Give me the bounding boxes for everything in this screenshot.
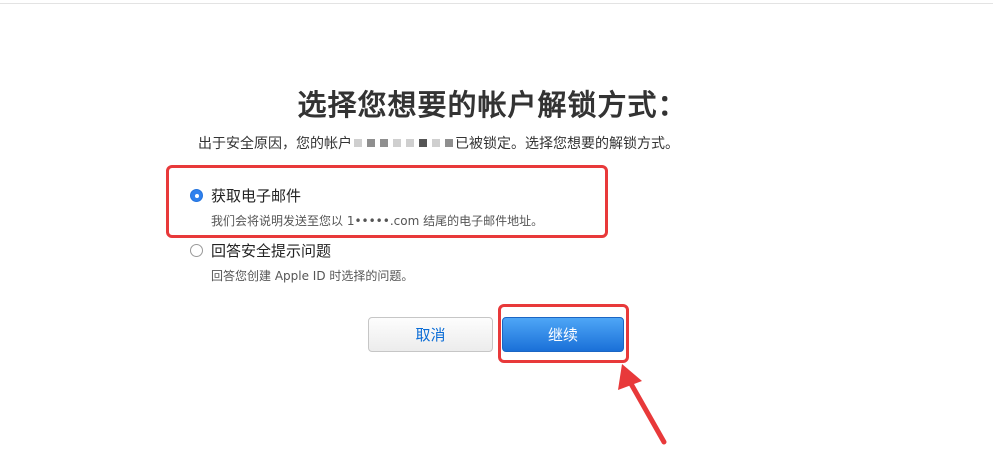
annotation-box-continue <box>498 304 629 363</box>
lock-notice-prefix: 出于安全原因，您的帐户 <box>198 136 352 152</box>
security-question-radio[interactable] <box>190 244 203 257</box>
annotation-arrow-icon <box>618 364 667 445</box>
masked-account-id <box>354 139 453 147</box>
option-security-question[interactable]: 回答安全提示问题 回答您创建 Apple ID 时选择的问题。 <box>190 240 413 284</box>
annotation-box-email <box>166 165 608 238</box>
page-title: 选择您想要的帐户解锁方式： <box>297 88 688 122</box>
account-unlock-page: 选择您想要的帐户解锁方式： 出于安全原因，您的帐户 已被锁定。选择您想要的解锁方… <box>0 0 1005 456</box>
lock-notice: 出于安全原因，您的帐户 已被锁定。选择您想要的解锁方式。 <box>198 133 679 153</box>
cancel-button[interactable]: 取消 <box>368 317 493 352</box>
lock-notice-suffix: 已被锁定。选择您想要的解锁方式。 <box>455 136 679 152</box>
security-question-option-description: 回答您创建 Apple ID 时选择的问题。 <box>211 269 414 283</box>
security-question-option-label: 回答安全提示问题 <box>211 242 332 260</box>
top-divider <box>0 3 993 4</box>
